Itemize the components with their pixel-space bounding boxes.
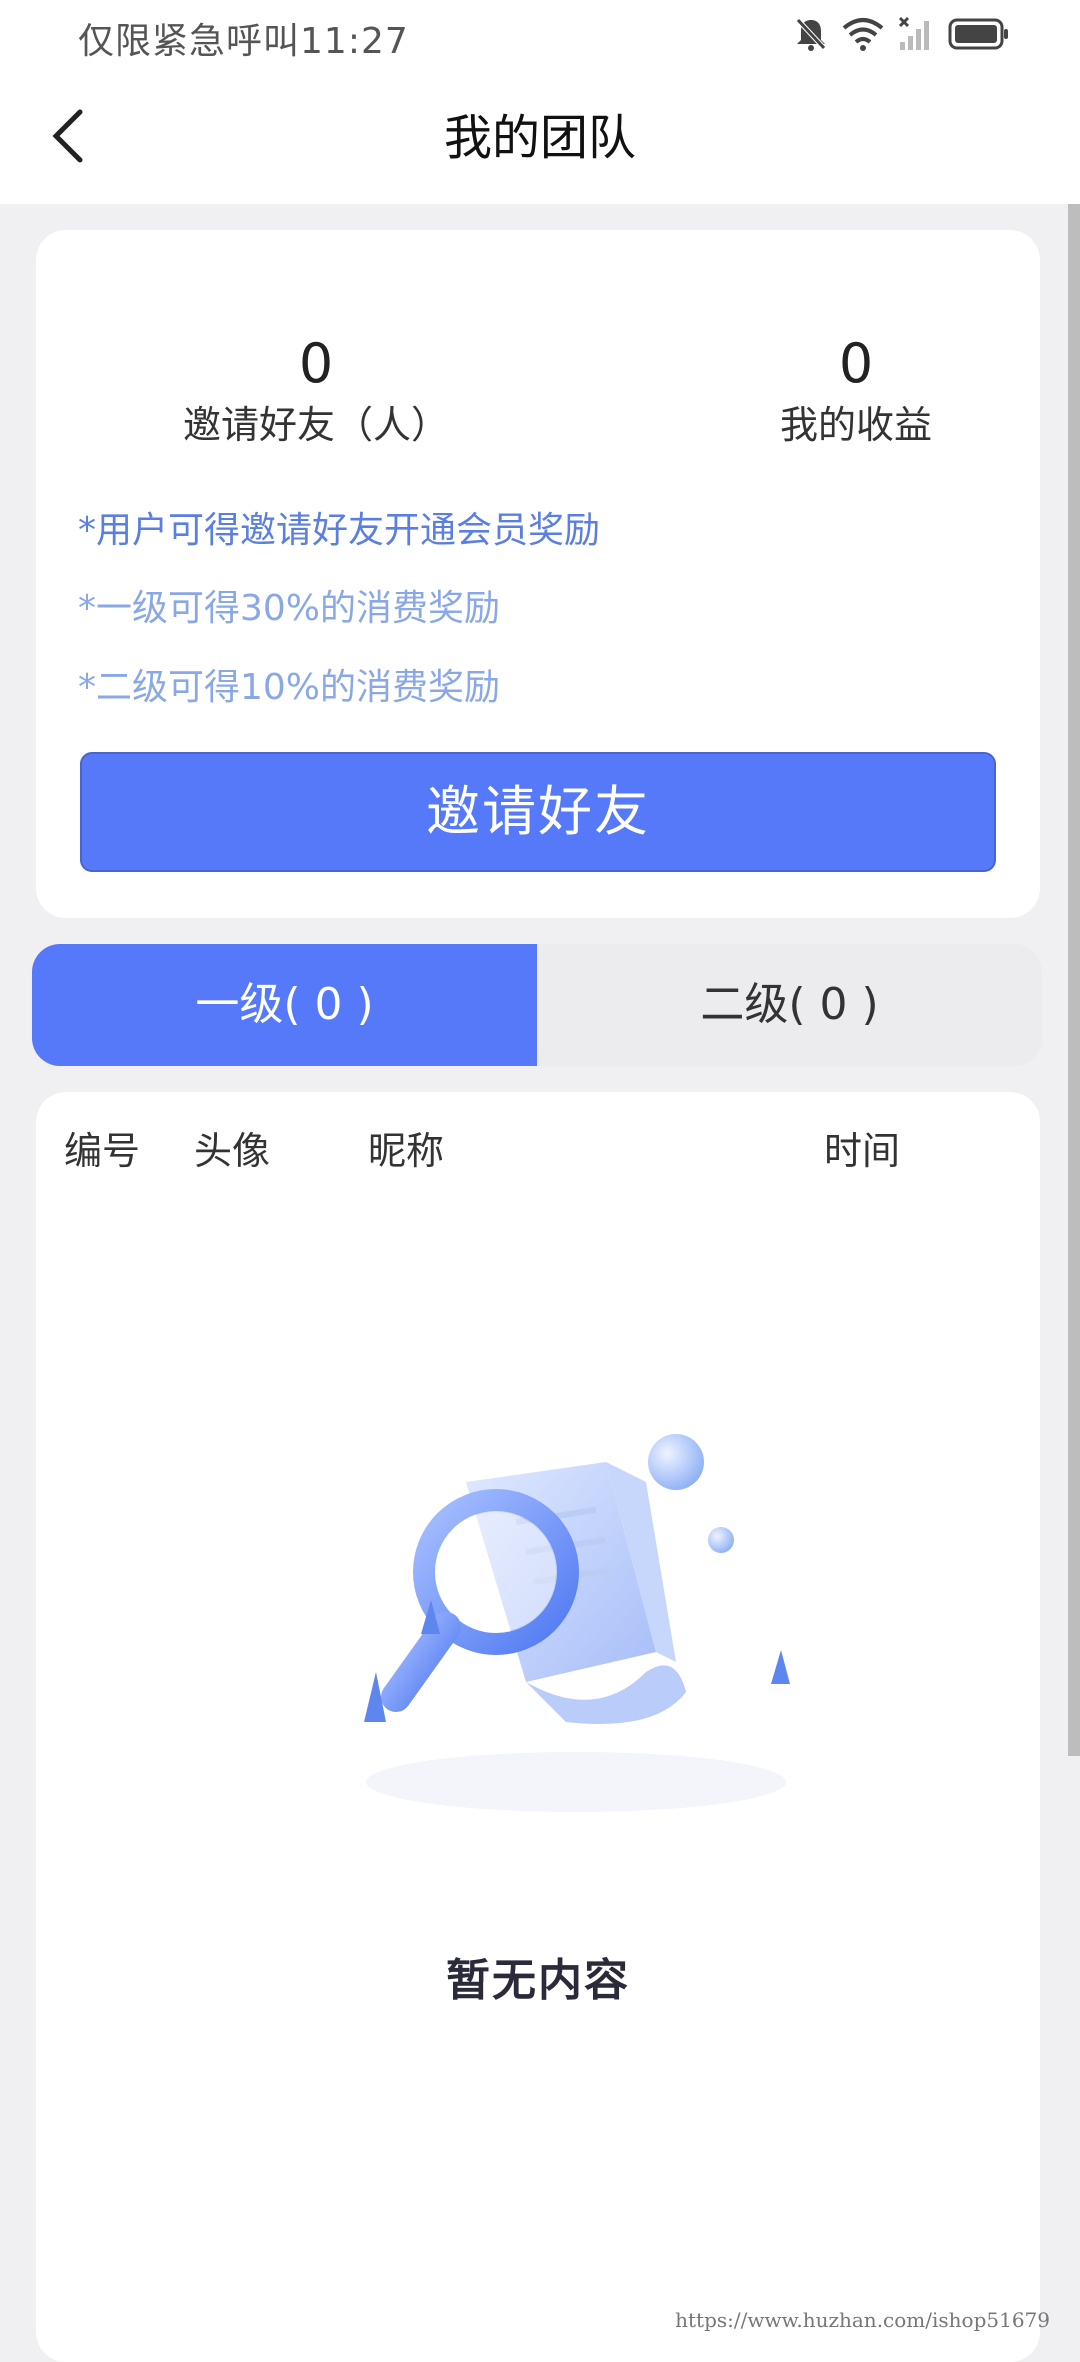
- signal-none-icon: [898, 16, 934, 56]
- reward-note: *用户可得邀请好友开通会员奖励: [78, 506, 600, 556]
- reward-note: *二级可得10%的消费奖励: [78, 663, 500, 713]
- summary-card: 0 邀请好友（人） 0 我的收益 *用户可得邀请好友开通会员奖励 *一级可得30…: [36, 230, 1040, 918]
- invite-friend-button[interactable]: 邀请好友: [80, 752, 996, 872]
- bell-muted-icon: [794, 16, 828, 56]
- earnings-value: 0: [646, 330, 1066, 398]
- page-title: 我的团队: [0, 72, 1080, 204]
- nav-bar: 我的团队: [0, 72, 1080, 204]
- earnings-label: 我的收益: [646, 398, 1066, 452]
- reward-note: *一级可得30%的消费奖励: [78, 584, 500, 634]
- tab-level-two[interactable]: 二级( 0 ): [537, 944, 1042, 1066]
- status-icons: [794, 14, 1010, 58]
- earnings-stat: 0 我的收益: [646, 330, 1066, 452]
- status-time: 11:27: [300, 21, 409, 62]
- magnifier-document-icon: [316, 1422, 836, 1842]
- wifi-icon: [842, 16, 884, 56]
- column-header-id: 编号: [64, 1124, 140, 1178]
- battery-icon: [948, 17, 1010, 55]
- status-left: 仅限紧急呼叫11:27: [78, 12, 409, 64]
- level-tabs: 一级( 0 ) 二级( 0 ): [32, 944, 1042, 1066]
- member-list-card: 编号 头像 昵称 时间: [36, 1092, 1040, 2362]
- status-bar: 仅限紧急呼叫11:27: [0, 0, 1080, 72]
- scrollbar[interactable]: [1068, 204, 1080, 1756]
- column-header-nickname: 昵称: [368, 1124, 444, 1178]
- invited-count: 0: [136, 330, 496, 398]
- column-header-time: 时间: [824, 1124, 900, 1178]
- column-header-avatar: 头像: [194, 1124, 270, 1178]
- empty-state-text: 暂无内容: [36, 1944, 1040, 2008]
- invited-stat: 0 邀请好友（人）: [136, 330, 496, 452]
- carrier-text: 仅限紧急呼叫: [78, 21, 300, 62]
- watermark: https://www.huzhan.com/ishop51679: [675, 2308, 1050, 2332]
- invited-label: 邀请好友（人）: [136, 398, 496, 452]
- tab-level-one[interactable]: 一级( 0 ): [32, 944, 537, 1066]
